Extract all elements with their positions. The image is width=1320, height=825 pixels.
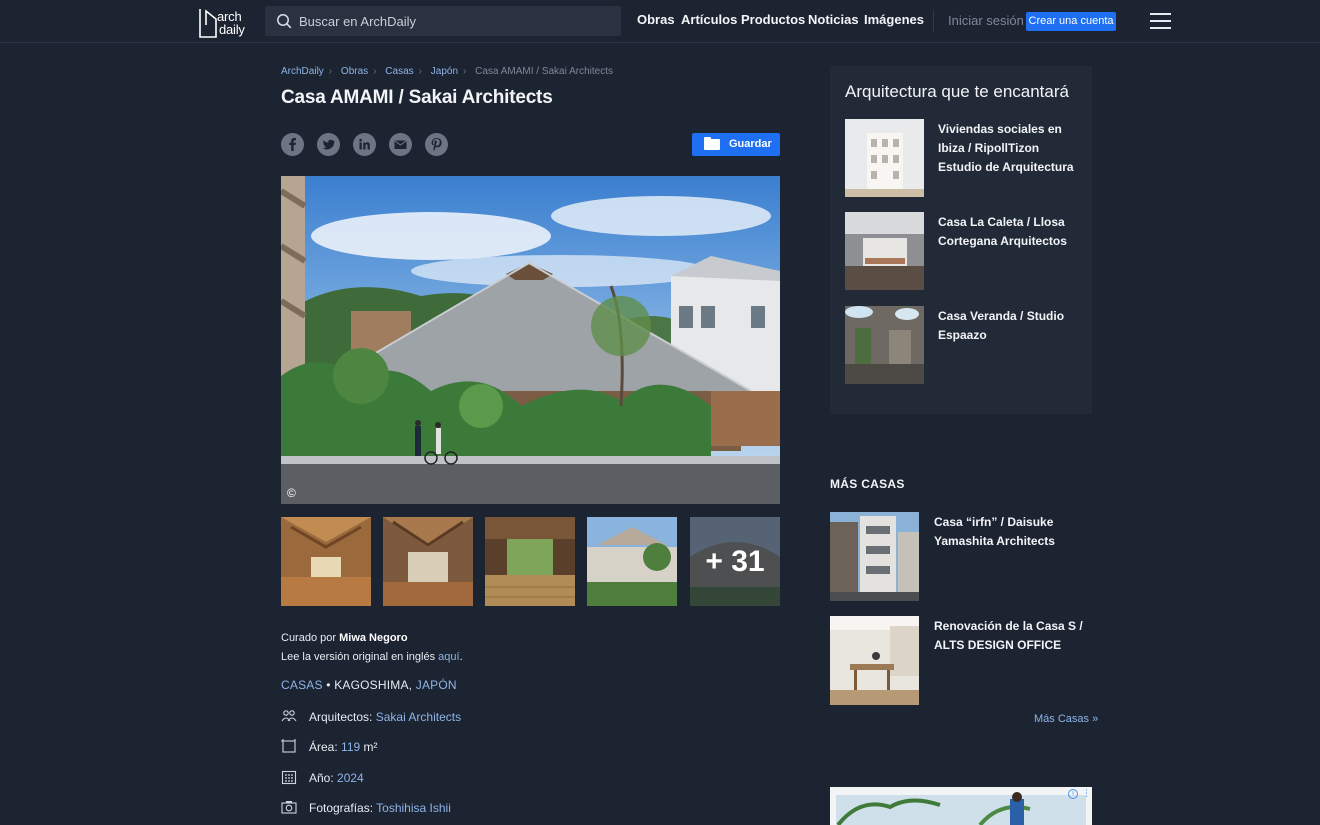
archdaily-logo[interactable]: arch daily: [198, 5, 254, 39]
search-icon: [277, 14, 292, 29]
area-icon: [281, 739, 296, 753]
gallery-thumbnail[interactable]: [485, 517, 575, 606]
breadcrumb-current: Casa AMAMI / Sakai Architects: [475, 66, 613, 77]
camera-icon: [281, 801, 297, 814]
gallery-thumbnail[interactable]: [383, 517, 473, 606]
logo-text-bottom: daily: [219, 22, 245, 37]
breadcrumb-archdaily[interactable]: ArchDaily: [281, 66, 329, 77]
signup-button[interactable]: Crear una cuenta: [1026, 12, 1116, 31]
pinterest-icon[interactable]: [425, 133, 448, 156]
recommendation-title: Casa La Caleta / Llosa Cortegana Arquite…: [938, 215, 1067, 248]
nav-productos[interactable]: Productos: [741, 12, 805, 27]
more-houses-heading: MÁS CASAS: [830, 477, 905, 491]
more-houses-thumbnail: [830, 616, 919, 705]
breadcrumb-obras[interactable]: Obras: [341, 66, 373, 77]
folder-icon: [704, 137, 720, 150]
gallery-thumbnail[interactable]: [281, 517, 371, 606]
area-value-link[interactable]: 119: [341, 740, 360, 754]
recommendation-thumbnail: [845, 212, 924, 290]
curation-credits: Curado por Miwa Negoro Lee la versión or…: [281, 632, 463, 663]
recommendation-item[interactable]: Casa Veranda / Studio Espaazo: [845, 306, 1085, 384]
chevron-right-icon: ›: [463, 66, 467, 77]
recommendation-title: Viviendas sociales en Ibiza / RipollTizo…: [938, 122, 1074, 174]
more-houses-link[interactable]: Más Casas »: [1034, 713, 1098, 725]
nav-noticias[interactable]: Noticias: [808, 12, 859, 27]
top-navigation-bar: arch daily Obras Artículos Productos Not…: [0, 0, 1320, 43]
chevron-right-icon: ›: [418, 66, 422, 77]
calendar-icon: [281, 770, 297, 785]
chevron-right-icon: ›: [328, 66, 333, 77]
breadcrumb-japon[interactable]: Japón: [431, 66, 463, 77]
recommendation-item[interactable]: Casa La Caleta / Llosa Cortegana Arquite…: [845, 212, 1085, 290]
gallery-more-photos[interactable]: + 31: [690, 517, 780, 606]
hero-photo[interactable]: ©: [281, 176, 780, 504]
nav-articulos[interactable]: Artículos: [681, 12, 737, 27]
location-city: KAGOSHIMA,: [334, 678, 413, 692]
architect-link[interactable]: Sakai Architects: [376, 710, 461, 724]
curated-by-label: Curado por: [281, 632, 337, 644]
twitter-icon[interactable]: [317, 133, 340, 156]
ad-info-icon[interactable]: i: [1068, 789, 1078, 799]
nav-imagenes[interactable]: Imágenes: [864, 12, 924, 27]
save-button[interactable]: Guardar: [692, 133, 780, 156]
ad-image: [830, 787, 1092, 825]
more-photos-count: + 31: [690, 517, 780, 606]
breadcrumb: ArchDaily › Obras › Casas › Japón › Casa AMA…: [281, 66, 618, 77]
facebook-icon[interactable]: [281, 133, 304, 156]
curator-name: Miwa Negoro: [339, 632, 408, 644]
login-link[interactable]: Iniciar sesión: [948, 13, 1024, 28]
linkedin-icon[interactable]: [353, 133, 376, 156]
chevron-right-icon: ›: [373, 66, 377, 77]
recommendation-item[interactable]: Viviendas sociales en Ibiza / RipollTizo…: [845, 119, 1085, 197]
category-link[interactable]: CASAS: [281, 678, 323, 692]
ad-options-icon[interactable]: ⋮: [1082, 788, 1091, 799]
photographer-link[interactable]: Toshihisa Ishii: [376, 801, 451, 815]
search-box[interactable]: [265, 6, 621, 36]
more-houses-title: Casa “irfn” / Daisuke Yamashita Architec…: [934, 515, 1055, 548]
mail-icon[interactable]: [389, 133, 412, 156]
recommendation-thumbnail: [845, 119, 924, 197]
gallery-thumbnail[interactable]: [587, 517, 677, 606]
more-houses-item[interactable]: Casa “irfn” / Daisuke Yamashita Architec…: [830, 512, 1092, 601]
menu-icon[interactable]: [1150, 13, 1171, 29]
people-icon: [281, 710, 297, 722]
advertisement-banner[interactable]: i ⋮: [830, 787, 1092, 825]
original-version-link[interactable]: aquí: [438, 651, 459, 663]
recommendation-thumbnail: [845, 306, 924, 384]
nav-divider: [933, 10, 934, 32]
logo-mark-icon: [199, 9, 217, 38]
category-location: CASAS • KAGOSHIMA, JAPÓN: [281, 678, 457, 692]
nav-obras[interactable]: Obras: [637, 12, 675, 27]
page-title: Casa AMAMI / Sakai Architects: [281, 87, 553, 108]
more-houses-item[interactable]: Renovación de la Casa S / ALTS DESIGN OF…: [830, 616, 1092, 705]
save-button-label: Guardar: [729, 138, 772, 150]
breadcrumb-casas[interactable]: Casas: [385, 66, 418, 77]
copyright-icon[interactable]: ©: [287, 486, 296, 500]
more-houses-title: Renovación de la Casa S / ALTS DESIGN OF…: [934, 619, 1083, 652]
country-link[interactable]: JAPÓN: [416, 678, 457, 692]
original-version-text: Lee la versión original en inglés: [281, 651, 436, 663]
more-houses-thumbnail: [830, 512, 919, 601]
recommendations-panel: Arquitectura que te encantará Viviendas …: [830, 66, 1092, 414]
search-input[interactable]: [299, 6, 609, 36]
location-separator: •: [326, 678, 331, 692]
hero-house-illustration: [281, 176, 780, 504]
year-link[interactable]: 2024: [337, 771, 364, 785]
recommendation-title: Casa Veranda / Studio Espaazo: [938, 309, 1065, 342]
recommendations-heading: Arquitectura que te encantará: [845, 82, 1069, 101]
